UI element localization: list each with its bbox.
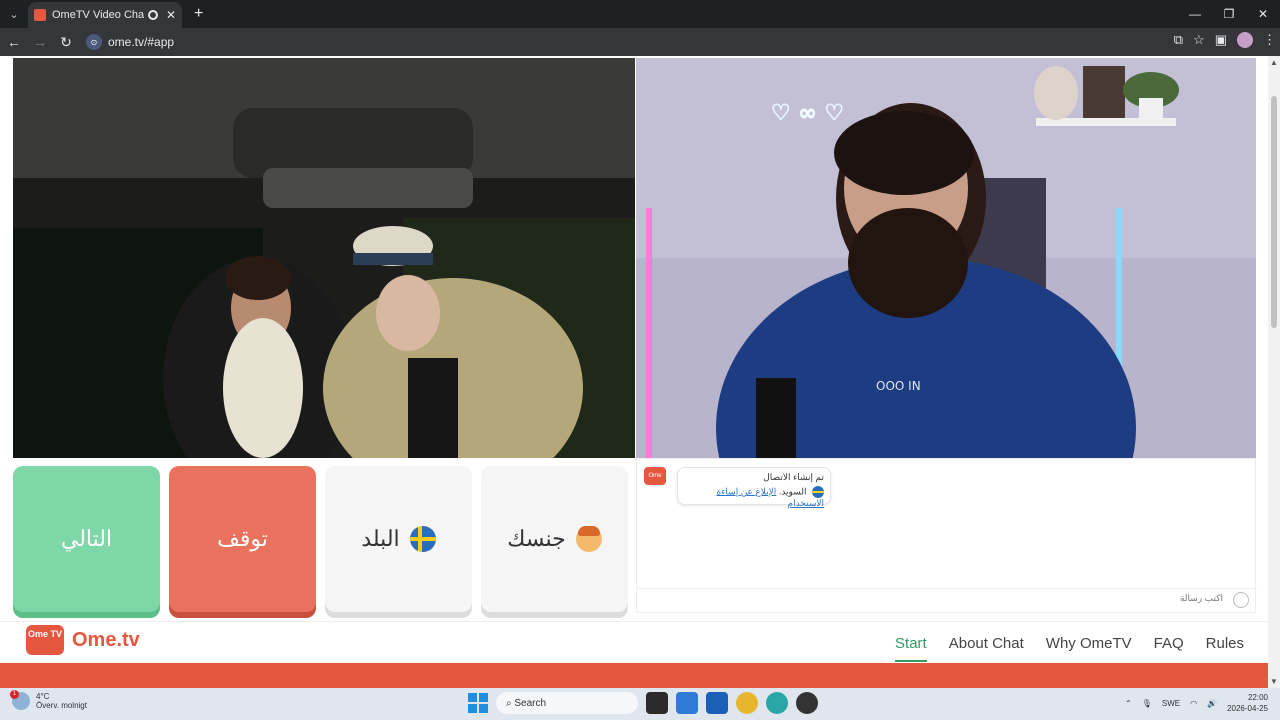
smiley-icon[interactable] xyxy=(1233,592,1249,608)
menu-icon[interactable]: ⋮ xyxy=(1263,32,1276,48)
sweden-flag-icon xyxy=(409,526,436,552)
stranger-video-frame xyxy=(13,58,635,458)
chat-panel: Ome TV تم إنشاء الاتصال السويد. الإبلاغ … xyxy=(636,458,1257,613)
gender-label: جنسك xyxy=(507,526,566,551)
message-input[interactable] xyxy=(643,593,1223,603)
windows-start-icon[interactable] xyxy=(468,693,488,713)
country-name: السويد xyxy=(781,486,807,497)
outlook-icon[interactable] xyxy=(706,692,728,714)
close-tab-icon[interactable]: ✕ xyxy=(166,8,176,22)
volume-icon[interactable]: 🔊 xyxy=(1207,699,1217,708)
report-abuse-link[interactable]: الإبلاغ عن إساءة الاستخدام xyxy=(716,486,824,508)
country-label: البلد xyxy=(361,526,400,551)
browser-tab[interactable]: OmeTV Video Chat — Ome ✕ xyxy=(28,2,182,28)
shirt-print: OOO IN xyxy=(876,379,921,393)
nav-why-ometv[interactable]: Why OmeTV xyxy=(1046,635,1132,652)
next-button[interactable]: التالي xyxy=(13,466,160,612)
weather-text: Överv. molnigt xyxy=(36,701,87,710)
site-info-icon[interactable]: ⊙ xyxy=(86,34,102,50)
ometv-chat-logo-icon: Ome TV xyxy=(644,467,666,497)
app-icon[interactable] xyxy=(796,692,818,714)
ometv-logo[interactable]: Ome TV Ome.tv xyxy=(26,625,140,655)
chat-input-row xyxy=(637,588,1257,612)
date: 2026-04-25 xyxy=(1227,704,1268,713)
system-message: تم إنشاء الاتصال السويد. الإبلاغ عن إساء… xyxy=(677,467,831,508)
connection-message: تم إنشاء الاتصال xyxy=(763,472,824,482)
temperature: 4°C xyxy=(36,692,50,701)
toolbar-actions: ⧉ ☆ ▣ ⋮ xyxy=(1174,32,1276,48)
weather-widget[interactable]: 1 4°C Överv. molnigt xyxy=(10,690,87,710)
new-tab-button[interactable]: + xyxy=(194,5,203,23)
search-icon: ⌕ xyxy=(506,697,515,709)
hero-band xyxy=(0,663,1268,688)
self-video-frame: ♡ ∞ ♡ OOO IN xyxy=(636,58,1256,458)
language-indicator[interactable]: SWE xyxy=(1162,699,1180,708)
time: 22:00 xyxy=(1247,693,1268,702)
neon-sign: ♡ ∞ ♡ xyxy=(771,101,844,126)
extensions-icon[interactable]: ▣ xyxy=(1215,32,1227,48)
tab-list-button[interactable]: ⌄ xyxy=(0,0,28,28)
search-label: Search xyxy=(514,697,547,709)
install-app-icon[interactable]: ⧉ xyxy=(1174,32,1183,48)
taskbar: 1 4°C Överv. molnigt ⌕ Search ⌃ 🎙 SWE ◠ … xyxy=(0,688,1280,720)
url-text: ome.tv/#app xyxy=(108,35,175,49)
nav-start[interactable]: Start xyxy=(895,635,927,662)
browser-tab-bar: ⌄ OmeTV Video Chat — Ome ✕ + — ❐ ✕ xyxy=(0,0,1280,28)
profile-avatar[interactable] xyxy=(1237,32,1253,48)
nav-rules[interactable]: Rules xyxy=(1206,635,1244,652)
gender-filter-button[interactable]: جنسك xyxy=(481,466,628,612)
taskbar-search[interactable]: ⌕ Search xyxy=(496,692,638,714)
self-video: ♡ ∞ ♡ OOO IN xyxy=(636,58,1256,458)
scroll-up-icon[interactable]: ▲ xyxy=(1270,58,1278,67)
country-filter-button[interactable]: البلد xyxy=(325,466,472,612)
tab-title: OmeTV Video Chat — Ome xyxy=(52,9,144,21)
stop-button[interactable]: توقف xyxy=(169,466,316,612)
clock[interactable]: 22:00 2026-04-25 xyxy=(1227,692,1268,714)
nav-faq[interactable]: FAQ xyxy=(1154,635,1184,652)
task-view-icon[interactable] xyxy=(646,692,668,714)
boy-emoji-icon xyxy=(575,526,602,552)
chevron-up-icon[interactable]: ⌃ xyxy=(1125,699,1132,708)
window-controls: — ❐ ✕ xyxy=(1178,0,1280,28)
sweden-flag-small-icon xyxy=(812,486,824,498)
taskbar-apps: ⌕ Search xyxy=(468,692,818,714)
notification-badge: 1 xyxy=(10,690,19,699)
wifi-icon[interactable]: ◠ xyxy=(1190,699,1197,708)
system-tray: ⌃ 🎙 SWE ◠ 🔊 22:00 2026-04-25 xyxy=(1125,692,1268,714)
recording-icon xyxy=(147,10,158,20)
ometv-favicon-icon xyxy=(34,9,46,21)
logo-tv-icon: Ome TV xyxy=(26,625,64,655)
next-label: التالي xyxy=(60,526,113,551)
store-icon[interactable] xyxy=(676,692,698,714)
stranger-video xyxy=(13,58,635,458)
bookmark-star-icon[interactable]: ☆ xyxy=(1193,32,1205,48)
back-button[interactable]: ← xyxy=(2,34,26,50)
restore-button[interactable]: ❐ xyxy=(1212,0,1246,28)
reload-button[interactable]: ↻ xyxy=(54,34,78,51)
url-field[interactable]: ⊙ ome.tv/#app xyxy=(86,31,1116,53)
microphone-icon[interactable]: 🎙 xyxy=(1142,699,1152,708)
site-nav: Ome TV Ome.tv Start About Chat Why OmeTV… xyxy=(0,621,1268,663)
close-window-button[interactable]: ✕ xyxy=(1246,0,1280,28)
nav-links: Start About Chat Why OmeTV FAQ Rules xyxy=(895,622,1244,664)
minimize-button[interactable]: — xyxy=(1178,0,1212,28)
chrome-icon[interactable] xyxy=(736,692,758,714)
page-content: ♡ ∞ ♡ OOO IN التالي توقف البلد جنسك Ome … xyxy=(0,56,1280,688)
forward-button[interactable]: → xyxy=(28,34,52,50)
stop-label: توقف xyxy=(217,526,268,551)
scroll-thumb[interactable] xyxy=(1271,96,1277,328)
weather-icon: 1 xyxy=(10,690,30,710)
address-bar: ← → ↻ ⊙ ome.tv/#app ⧉ ☆ ▣ ⋮ xyxy=(0,28,1280,56)
scroll-down-icon[interactable]: ▼ xyxy=(1270,677,1278,686)
page-scrollbar[interactable]: ▲ ▼ xyxy=(1268,56,1280,688)
edge-icon[interactable] xyxy=(766,692,788,714)
nav-about-chat[interactable]: About Chat xyxy=(949,635,1024,652)
logo-text: Ome.tv xyxy=(72,628,140,651)
